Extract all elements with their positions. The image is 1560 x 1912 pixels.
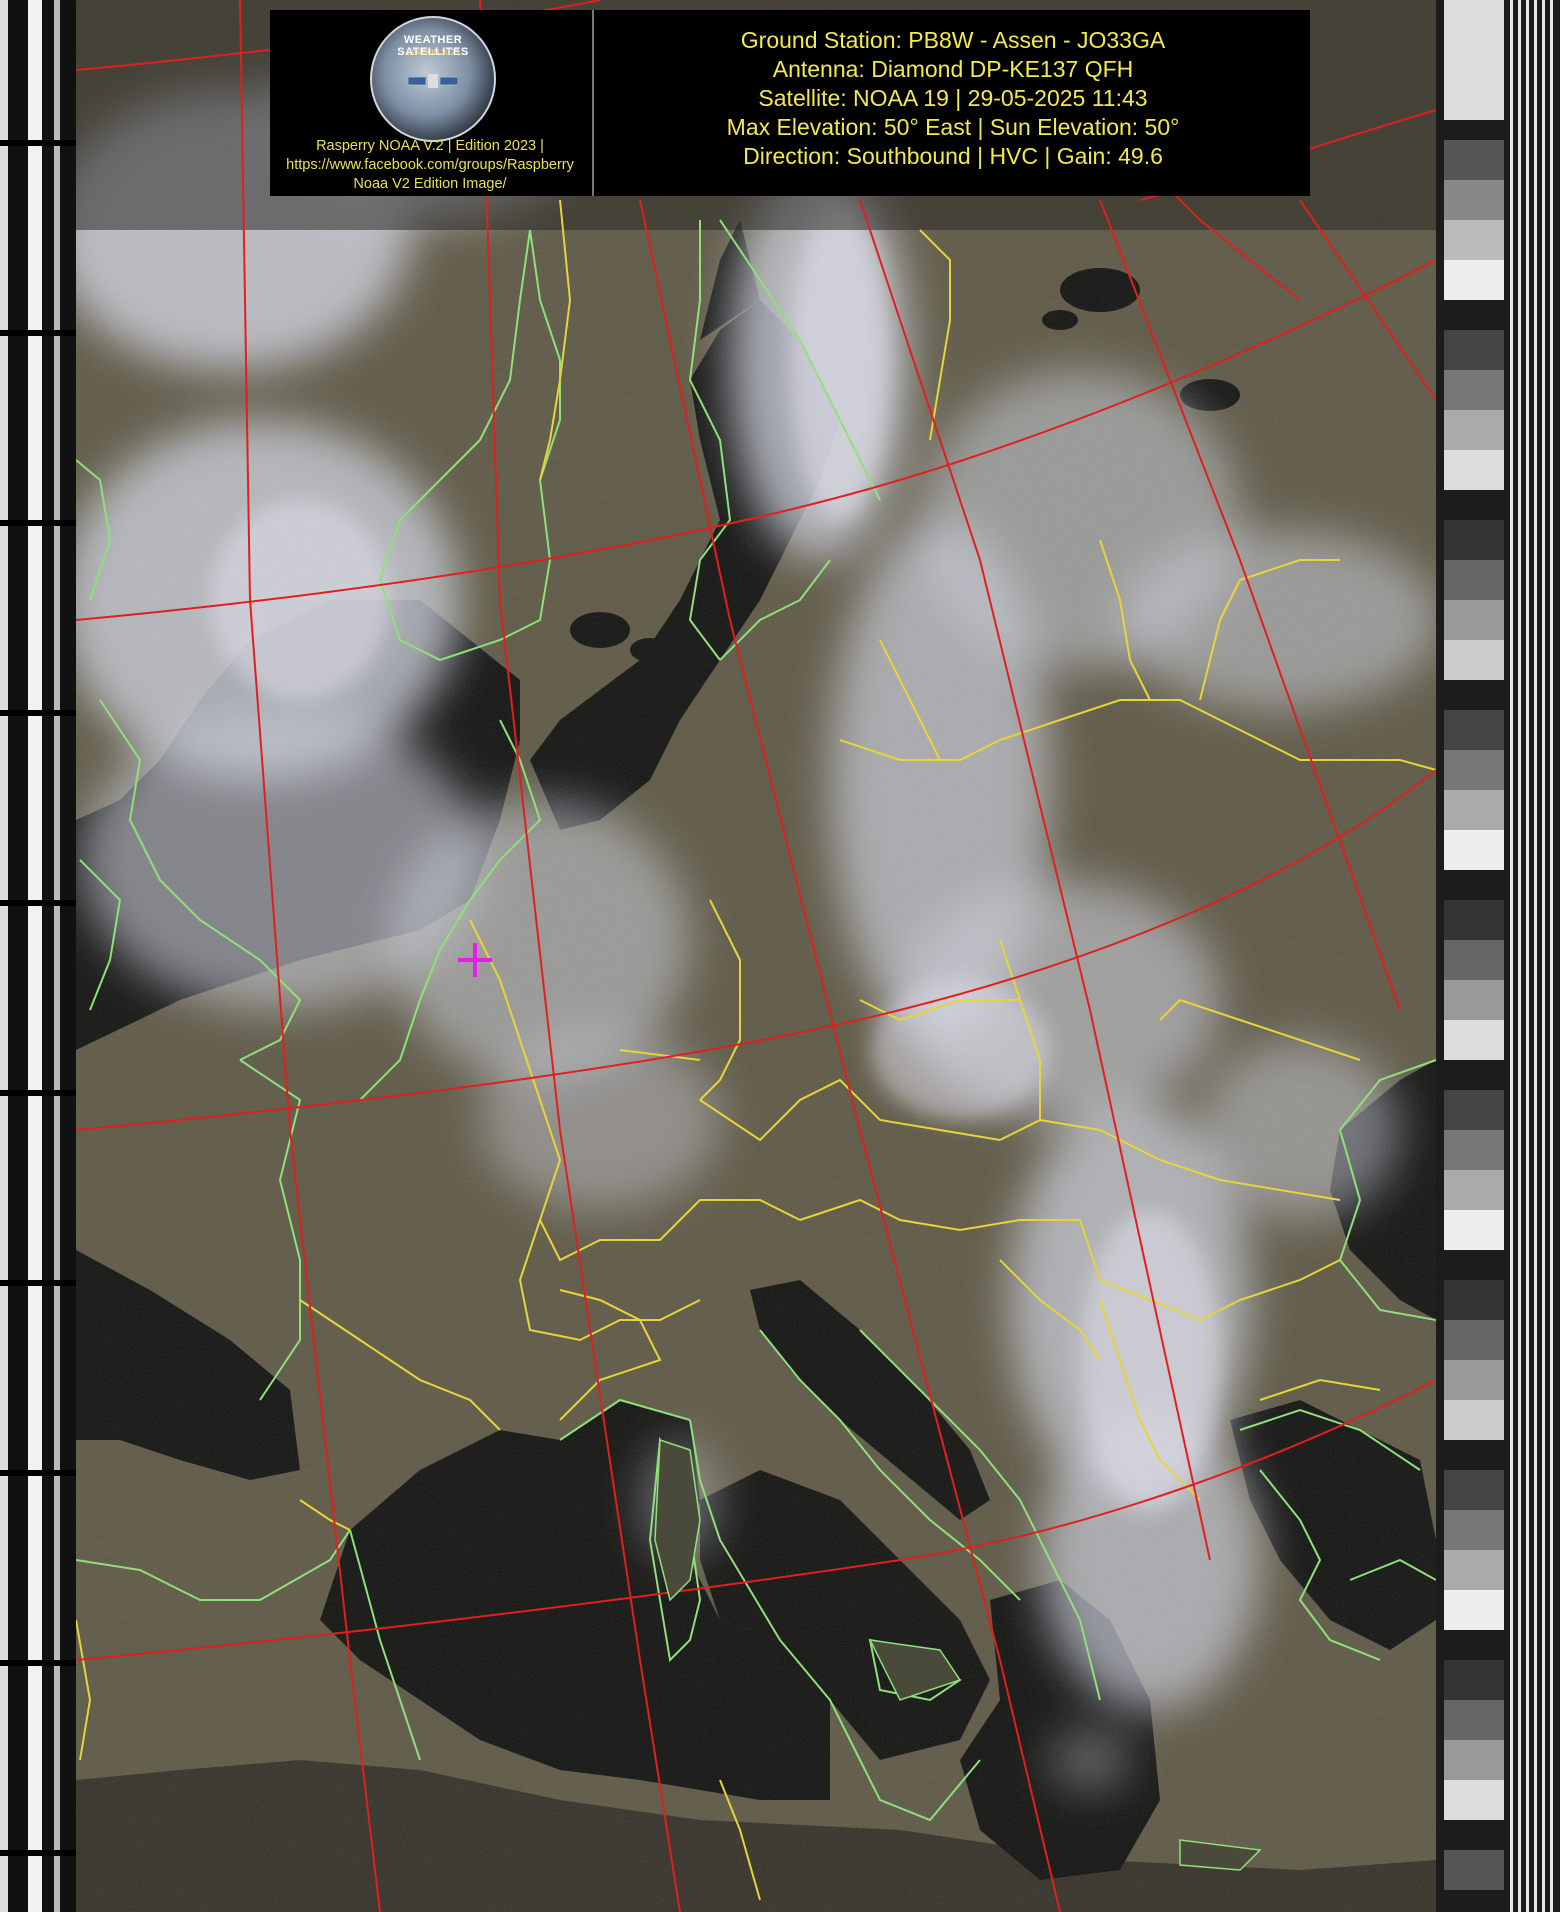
pass-info: Ground Station: PB8W - Assen - JO33GA An… [596,26,1310,171]
direction-line: Direction: Southbound | HVC | Gain: 49.6 [743,143,1163,169]
satellite-image: WEATHER SATELLITES EDITION 2023 Rasperry… [0,0,1560,1912]
caption-line-2: https://www.facebook.com/groups/Raspberr… [286,157,574,173]
ground-station-line: Ground Station: PB8W - Assen - JO33GA [740,27,1166,53]
logo-block: WEATHER SATELLITES EDITION 2023 Rasperry… [270,10,590,196]
weather-satellites-logo: WEATHER SATELLITES EDITION 2023 [370,16,496,142]
antenna-line: Antenna: Diamond DP-KE137 QFH [772,56,1134,82]
caption-line-1: Rasperry NOAA V.2 | Edition 2023 | [316,138,544,154]
satellite-map [0,0,1560,1912]
header-divider [592,10,594,196]
crosshair-icon [458,943,492,977]
logo-badge-edition: EDITION 2023 [406,48,460,57]
elevation-line: Max Elevation: 50° East | Sun Elevation:… [726,114,1180,140]
satellite-line: Satellite: NOAA 19 | 29-05-2025 11:43 [758,85,1148,111]
satellite-icon [408,74,458,88]
image-noise [76,0,1436,1912]
logo-caption: Rasperry NOAA V.2 | Edition 2023 | https… [270,137,590,194]
caption-line-3: Noaa V2 Edition Image/ [353,176,507,192]
header-panel: WEATHER SATELLITES EDITION 2023 Rasperry… [270,10,1310,196]
right-strip-wedges [1444,0,1504,1890]
